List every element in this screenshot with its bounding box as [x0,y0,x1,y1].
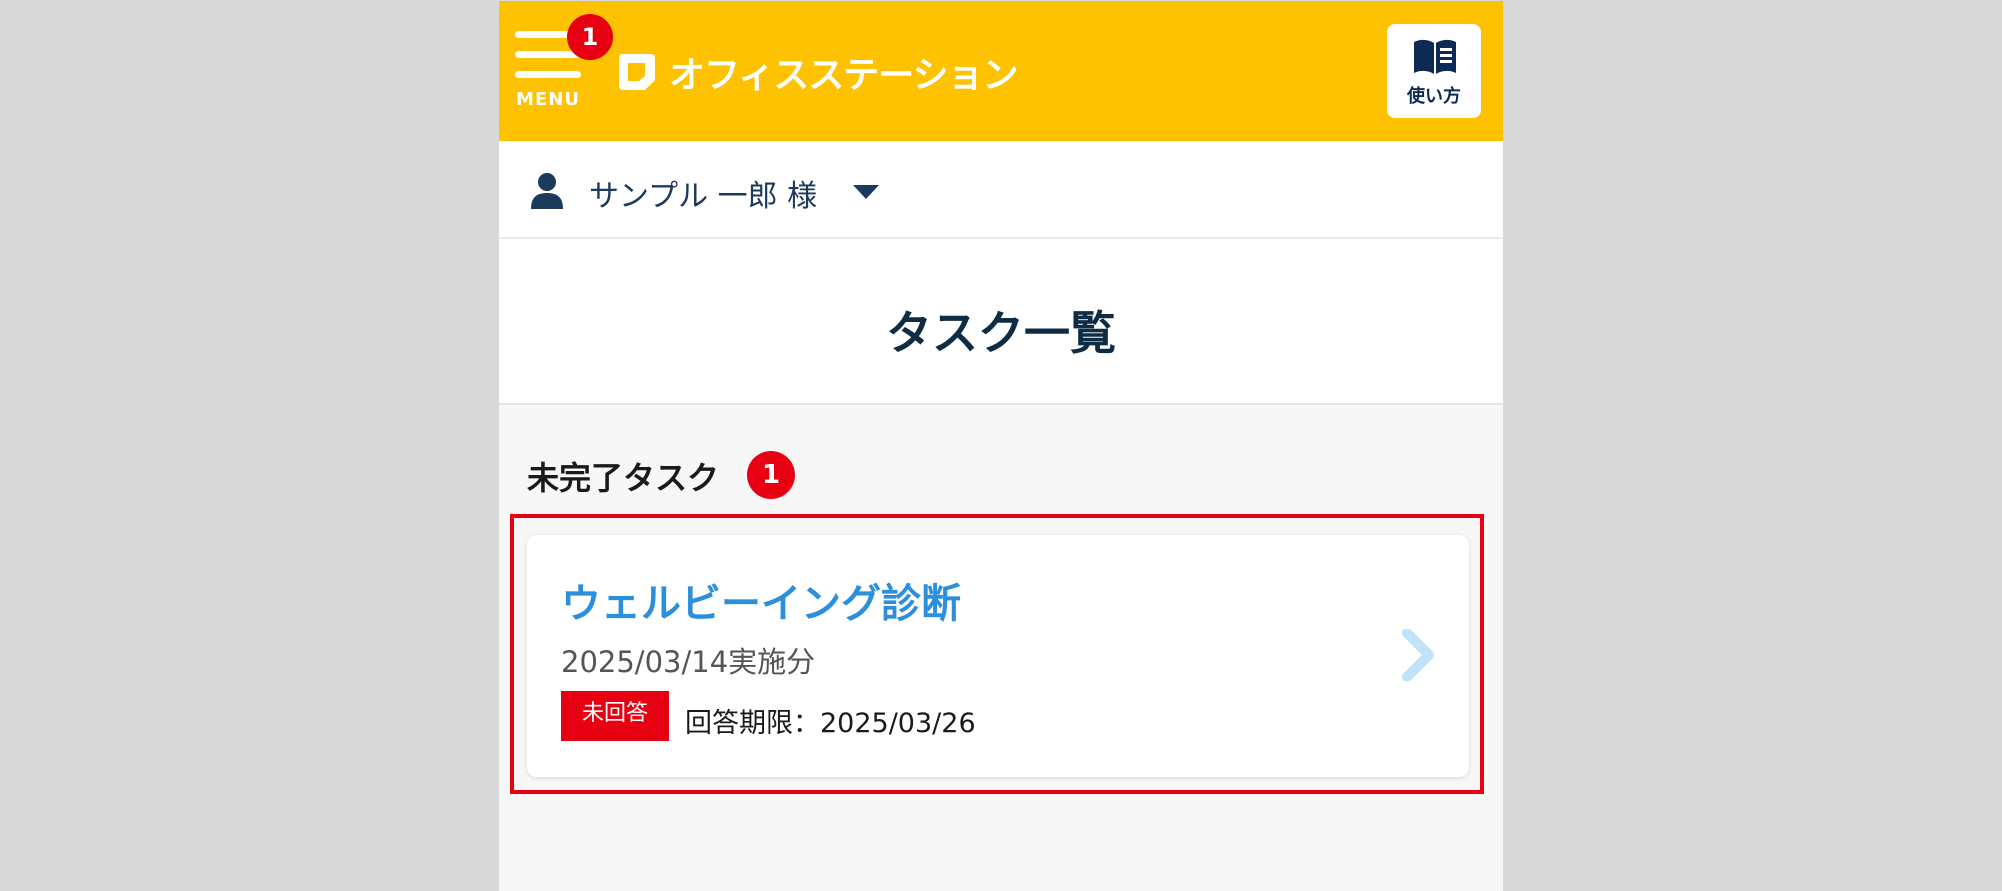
menu-button[interactable]: MENU 1 [515,14,613,117]
incomplete-count-badge: 1 [747,451,795,499]
task-title: ウェルビーイング診断 [561,581,961,627]
incomplete-tasks-heading: 未完了タスク [527,459,720,497]
menu-label: MENU [516,89,580,110]
book-icon [1414,39,1456,74]
app-screen: MENU 1 オフィスステーション 使い方 サンプル 一郎 様 タスク一覧 未完… [499,1,1503,891]
hamburger-icon-bar [515,71,581,78]
task-deadline: 回答期限：2025/03/26 [685,708,976,739]
page-header: タスク一覧 [499,239,1503,405]
app-logo[interactable]: オフィスステーション [615,49,1019,96]
howto-label: 使い方 [1407,86,1461,107]
logo-text: オフィスステーション [669,55,1019,96]
task-date: 2025/03/14実施分 [561,645,816,679]
user-name[interactable]: サンプル 一郎 様 [589,171,817,215]
chevron-right-icon [1402,629,1434,681]
page-title: タスク一覧 [886,306,1116,360]
office-station-logo-icon [619,54,655,90]
app-header: MENU 1 オフィスステーション 使い方 [499,1,1503,141]
menu-notification-badge: 1 [567,14,613,60]
howto-button[interactable]: 使い方 [1387,24,1481,118]
status-badge: 未回答 [561,691,669,741]
user-bar: サンプル 一郎 様 [499,141,1503,237]
user-icon [531,173,563,209]
hamburger-icon-bar [515,51,581,58]
task-card[interactable]: ウェルビーイング診断 2025/03/14実施分 未回答 回答期限：2025/0… [527,535,1469,777]
caret-down-icon[interactable] [853,185,879,199]
